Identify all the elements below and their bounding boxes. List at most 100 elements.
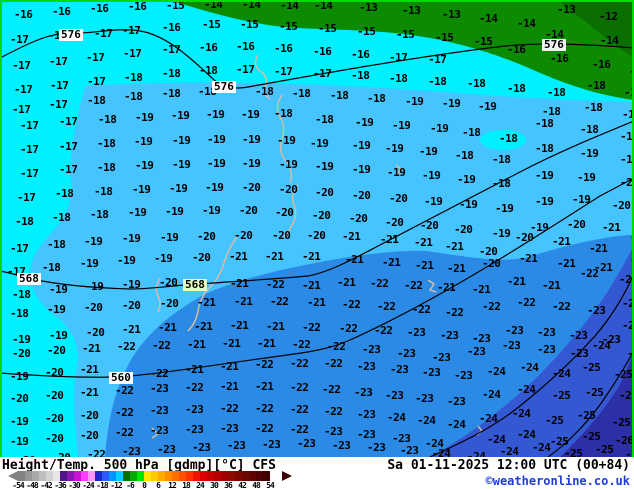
temperature-value: -17 [87,75,106,88]
temperature-value: -19 [49,329,68,342]
temperature-value: -16 [592,58,611,71]
temperature-value: -18 [624,86,632,99]
copyright-link[interactable]: ©weatheronline.co.uk [486,474,631,488]
temperature-value: -14 [314,0,333,12]
temperature-value: -19 [117,254,136,267]
temperature-value: -18 [507,82,526,95]
temperature-value: -20 [159,276,178,289]
temperature-value: -21 [257,337,276,350]
temperature-value: -23 [502,339,521,352]
legend-color-segment [165,471,172,481]
temperature-value: -20 [279,183,298,196]
temperature-value: -13 [557,3,576,16]
temperature-value: -17 [59,140,78,153]
temperature-value: -24 [487,365,506,378]
temperature-value: -19 [202,204,221,217]
temperature-value: -20 [352,189,371,202]
temperature-value: -18 [90,208,109,221]
temperature-value: -19 [405,95,424,108]
temperature-value: -22 [290,357,309,370]
temperature-value: -19 [241,108,260,121]
temperature-value: -23 [150,424,169,437]
temperature-value: -19 [154,252,173,265]
legend-tick-label: -54 [12,481,24,490]
temperature-value: -14 [280,0,299,12]
temperature-value: -17 [94,27,113,40]
legend-tick-label: -42 [40,481,52,490]
temperature-value: -18 [98,113,117,126]
temperature-value: -19 [134,135,153,148]
temperature-value: -17 [86,51,105,64]
temperature-value: -20 [239,204,258,217]
temperature-value: -22 [324,405,343,418]
temperature-value: -18 [94,185,113,198]
temperature-value: -20 [234,229,253,242]
temperature-value: -22 [292,338,311,351]
temperature-value: -18 [315,113,334,126]
temperature-value: -23 [357,408,376,421]
temperature-value: -22 [342,298,361,311]
temperature-value: -20 [10,392,29,405]
temperature-value: -24 [532,441,551,454]
temperature-value: -22 [404,279,423,292]
temperature-value: -16 [274,42,293,55]
temperature-value: -21 [519,252,538,265]
temperature-value: -18 [428,75,447,88]
temperature-value: -18 [351,69,370,82]
legend-color-segment [81,471,88,481]
temperature-value: -24 [482,388,501,401]
temperature-value: -17 [313,67,332,80]
temperature-value: -22 [445,306,464,319]
contour-label: 560 [109,371,133,384]
temperature-value: -24 [627,347,634,360]
legend-color-segment [74,471,81,481]
temperature-value: -20 [45,432,64,445]
temperature-value: -21 [197,296,216,309]
legend-color-segment [235,471,242,481]
temperature-value: -18 [535,142,554,155]
temperature-value: -22 [302,321,321,334]
temperature-value: -20 [482,257,501,270]
temperature-value: -18 [124,71,143,84]
temperature-value: -19 [10,370,29,383]
temperature-value: -21 [380,233,399,246]
temperature-value: -19 [622,108,634,121]
temperature-value: -21 [230,277,249,290]
temperature-value: -19 [492,227,511,240]
temperature-value: -24 [479,412,498,425]
temperature-value: -24 [447,418,466,431]
temperature-value: -17 [17,191,36,204]
legend-color-segment [151,471,158,481]
temperature-value: -24 [517,428,536,441]
temperature-value: -19 [387,166,406,179]
temperature-value: -16 [507,43,526,56]
legend-color-segment [46,471,53,481]
temperature-value: -22 [290,423,309,436]
temperature-value: -21 [437,281,456,294]
temperature-value: -21 [82,342,101,355]
temperature-value: -19 [442,97,461,110]
temperature-value: -17 [59,163,78,176]
temperature-value: -21 [337,276,356,289]
legend-color-segment [88,471,95,481]
temperature-value: -19 [80,257,99,270]
temperature-value: -18 [492,153,511,166]
temperature-value: -16 [90,2,109,15]
legend-tick-label: 54 [266,481,275,490]
legend-tick-label: 36 [224,481,233,490]
temperature-value: -18 [52,211,71,224]
temperature-value: -22 [324,357,343,370]
temperature-value: -23 [415,392,434,405]
temperature-value: -19 [620,153,633,166]
temperature-value: -16 [52,5,71,18]
temperature-value: -25 [614,368,633,381]
temperature-value: -20 [242,181,261,194]
temperature-value: -19 [132,183,151,196]
temperature-value: -16 [550,52,569,65]
temperature-value: -23 [422,366,441,379]
temperature-value: -16 [14,8,33,21]
temperature-value: -20 [389,192,408,205]
temperature-value: -24 [592,339,611,352]
legend-color-segment [207,471,214,481]
temperature-value: -21 [415,259,434,272]
